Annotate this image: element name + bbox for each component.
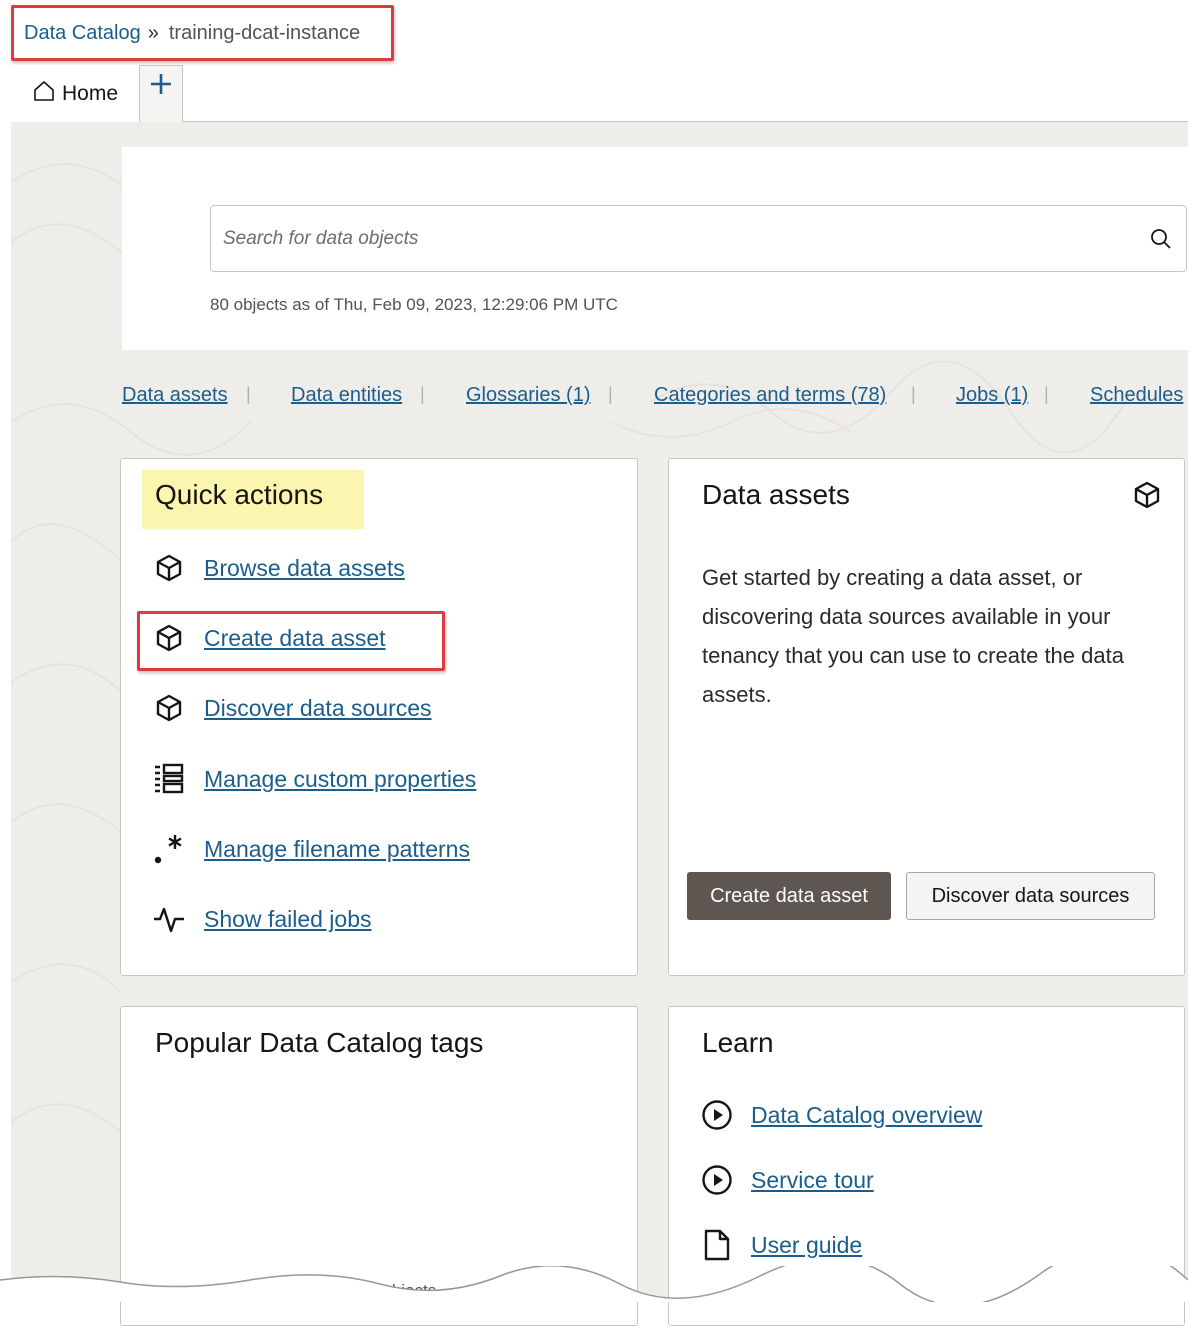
nav-link-jobs[interactable]: Jobs (1) <box>956 384 1028 407</box>
learn-item-data-catalog-overview[interactable]: Data Catalog overview <box>700 1095 982 1135</box>
quick-action-show-failed-jobs[interactable]: Show failed jobs <box>152 899 372 939</box>
data-assets-description: Get started by creating a data asset, or… <box>702 565 1124 707</box>
quick-action-browse-data-assets[interactable]: Browse data assets <box>152 548 405 588</box>
tab-strip-divider <box>139 121 1188 122</box>
nav-link-data-entities[interactable]: Data entities <box>291 384 402 407</box>
play-circle-icon <box>700 1098 734 1132</box>
data-catalog-overview-link[interactable]: Data Catalog overview <box>751 1102 982 1129</box>
activity-icon <box>152 902 186 936</box>
breadcrumb: Data Catalog » training-dcat-instance <box>11 5 394 61</box>
quick-action-manage-custom-properties[interactable]: Manage custom properties <box>152 759 476 799</box>
breadcrumb-separator: » <box>147 21 159 44</box>
regex-icon <box>152 832 186 866</box>
search-input[interactable] <box>221 226 1121 251</box>
torn-edge-decoration <box>0 1266 1188 1302</box>
object-count-status: 80 objects as of Thu, Feb 09, 2023, 12:2… <box>210 295 618 314</box>
nav-separator: | <box>608 384 613 404</box>
nav-link-schedules[interactable]: Schedules <box>1090 384 1183 407</box>
list-icon <box>152 762 186 796</box>
create-data-asset-highlight-box <box>137 611 445 671</box>
add-tab-button[interactable] <box>139 65 183 122</box>
manage-filename-patterns-link[interactable]: Manage filename patterns <box>204 836 470 863</box>
plus-icon <box>149 72 173 122</box>
play-circle-icon <box>700 1163 734 1197</box>
breadcrumb-current-instance: training-dcat-instance <box>168 21 361 44</box>
nav-separator: | <box>246 384 251 404</box>
tab-home[interactable]: Home <box>15 65 139 122</box>
discover-data-sources-link[interactable]: Discover data sources <box>204 695 432 722</box>
nav-separator: | <box>911 384 916 404</box>
learn-item-user-guide[interactable]: User guide <box>700 1225 862 1265</box>
cube-icon <box>1132 480 1162 515</box>
data-assets-title: Data assets <box>702 479 850 510</box>
manage-custom-properties-link[interactable]: Manage custom properties <box>204 766 476 793</box>
quick-action-manage-filename-patterns[interactable]: Manage filename patterns <box>152 829 470 869</box>
discover-data-sources-button[interactable]: Discover data sources <box>906 872 1155 920</box>
service-tour-link[interactable]: Service tour <box>751 1167 874 1194</box>
popular-tags-title: Popular Data Catalog tags <box>155 1027 484 1058</box>
nav-separator: | <box>420 384 425 404</box>
cube-icon <box>152 551 186 585</box>
nav-link-data-assets[interactable]: Data assets <box>122 384 228 407</box>
quick-actions-title: Quick actions <box>155 479 324 510</box>
home-icon <box>33 80 62 108</box>
browse-data-assets-link[interactable]: Browse data assets <box>204 555 405 582</box>
nav-link-glossaries[interactable]: Glossaries (1) <box>466 384 590 407</box>
user-guide-link[interactable]: User guide <box>751 1232 862 1259</box>
learn-title: Learn <box>702 1027 774 1058</box>
cube-icon <box>152 691 186 725</box>
breadcrumb-data-catalog-link[interactable]: Data Catalog <box>24 22 141 45</box>
show-failed-jobs-link[interactable]: Show failed jobs <box>204 906 372 933</box>
create-data-asset-button[interactable]: Create data asset <box>687 872 891 920</box>
search-box <box>210 205 1187 272</box>
document-icon <box>700 1228 734 1262</box>
tab-home-label: Home <box>62 81 119 105</box>
quick-action-discover-data-sources[interactable]: Discover data sources <box>152 688 432 728</box>
search-icon[interactable] <box>1150 228 1172 256</box>
nav-link-categories-and-terms[interactable]: Categories and terms (78) <box>654 384 886 407</box>
nav-separator: | <box>1044 384 1049 404</box>
learn-item-service-tour[interactable]: Service tour <box>700 1160 874 1200</box>
